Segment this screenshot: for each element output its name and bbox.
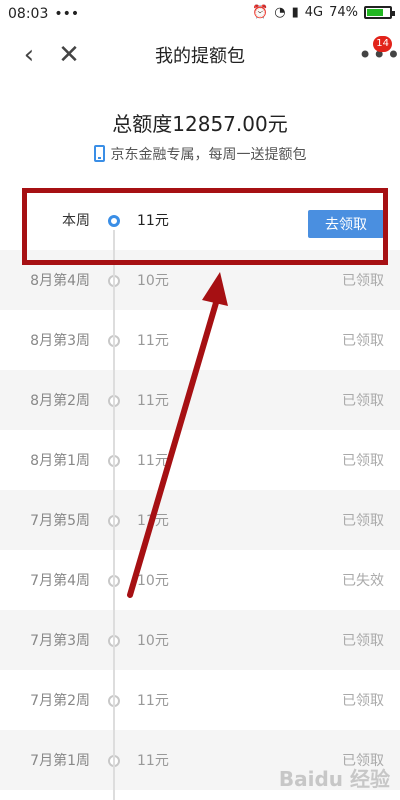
annotation-box (22, 188, 388, 265)
week-row: 8月第2周 11元 已领取 (0, 370, 400, 430)
amount: 11元 (137, 393, 169, 409)
signal-icon: ▮ (291, 5, 299, 20)
subtitle: 京东金融专属，每周一送提额包 (0, 144, 400, 164)
status-label: 已领取 (342, 453, 384, 469)
amount: 10元 (137, 573, 169, 589)
watermark: Baidu 经验 (278, 767, 390, 791)
week-row: 7月第2周 11元 已领取 (0, 670, 400, 730)
network-type: 4G (304, 5, 324, 20)
page-title: 我的提额包 (155, 46, 245, 67)
nav-bar: ‹ ✕ 我的提额包 ••• 14 (0, 30, 400, 80)
amount: 11元 (137, 693, 169, 709)
notification-badge: 14 (373, 36, 392, 52)
amount: 11元 (137, 753, 169, 769)
notification-dots: ••• (54, 6, 80, 22)
week-label: 7月第4周 (30, 573, 90, 589)
total-limit: 总额度12857.00元 (112, 112, 288, 136)
week-row: 7月第4周 10元 已失效 (0, 550, 400, 610)
week-label: 8月第4周 (30, 273, 90, 289)
week-label: 8月第3周 (30, 333, 90, 349)
clock: 08:03 (8, 6, 49, 22)
subtitle-text: 京东金融专属，每周一送提额包 (110, 147, 307, 163)
week-label: 8月第1周 (30, 453, 90, 469)
week-row: 7月第3周 10元 已领取 (0, 610, 400, 670)
week-label: 8月第2周 (30, 393, 90, 409)
wifi-icon: ◔ (274, 5, 286, 20)
amount: 11元 (137, 333, 169, 349)
status-label: 已领取 (342, 693, 384, 709)
status-label: 已领取 (342, 333, 384, 349)
phone-icon (93, 145, 105, 162)
amount: 10元 (137, 633, 169, 649)
week-label: 7月第1周 (30, 753, 90, 769)
alarm-icon: ⏰ (252, 5, 269, 20)
week-list: 本周 11元 去领取 8月第4周 10元 已领取 8月第3周 11元 已领取 8月第2周 11元 已领… (0, 190, 400, 790)
battery-percent: 74% (329, 5, 358, 20)
timeline-line (113, 230, 115, 800)
amount: 10元 (137, 273, 169, 289)
status-label: 已失效 (342, 573, 384, 589)
status-bar: 08:03 ••• ⏰ ◔ ▮ 4G 74% (0, 0, 400, 30)
status-label: 已领取 (342, 393, 384, 409)
status-label: 已领取 (342, 633, 384, 649)
week-row: 8月第1周 11元 已领取 (0, 430, 400, 490)
amount: 11元 (137, 453, 169, 469)
week-label: 7月第3周 (30, 633, 90, 649)
status-label: 已领取 (342, 273, 384, 289)
week-label: 7月第5周 (30, 513, 90, 529)
week-row: 8月第3周 11元 已领取 (0, 310, 400, 370)
amount: 11元 (137, 513, 169, 529)
summary-header: 总额度12857.00元 京东金融专属，每周一送提额包 (0, 80, 400, 185)
battery-icon (364, 6, 395, 19)
status-label: 已领取 (342, 513, 384, 529)
week-label: 7月第2周 (30, 693, 90, 709)
week-row: 7月第5周 11元 已领取 (0, 490, 400, 550)
battery-fill (367, 9, 384, 16)
